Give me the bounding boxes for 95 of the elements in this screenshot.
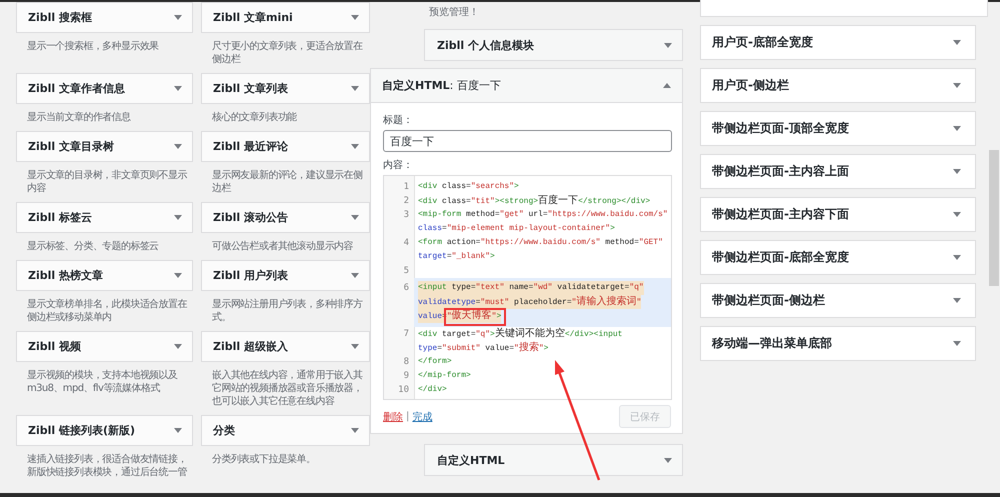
- code-line: type="submit" value="搜索">: [418, 341, 548, 355]
- line-number: 6: [402, 282, 410, 295]
- caret-down-icon[interactable]: [174, 344, 182, 349]
- widget-area-header[interactable]: 带侧边栏页面-主内容上面: [700, 154, 976, 189]
- caret-down-icon[interactable]: [953, 169, 961, 174]
- widget-header[interactable]: Zibll 文章mini: [201, 2, 370, 33]
- code-line: <mip-form method="get" url="https://www.baidu.com/s": [418, 209, 668, 221]
- field-label: 内容：: [383, 160, 413, 172]
- code-line: </mip-form>: [418, 370, 471, 382]
- link-separator: |: [406, 411, 410, 422]
- widget-header[interactable]: Zibll 热榜文章: [16, 260, 193, 291]
- caret-down-icon[interactable]: [351, 428, 359, 433]
- code-line: </div>: [418, 384, 447, 396]
- widget-area-header[interactable]: 用户页-侧边栏: [700, 68, 976, 103]
- widget-description: 嵌入其他在线内容，通常用于嵌入其它网站的视频播放器或音乐播放器，也可以嵌入其它任意在线内容: [211, 368, 364, 409]
- widget-description: 显示标签、分类、专题的标签云: [26, 240, 160, 254]
- widget-header[interactable]: Zibll 超级嵌入: [201, 331, 370, 362]
- line-number: 1: [402, 181, 410, 194]
- caret-down-icon[interactable]: [174, 273, 182, 278]
- widget-header[interactable]: Zibll 用户列表: [201, 260, 370, 291]
- widget-description: 显示网站注册用户列表，多种排序方式。: [211, 298, 364, 325]
- widget-description: 分类列表或下拉是菜单。: [211, 452, 316, 467]
- caret-down-icon[interactable]: [351, 273, 359, 278]
- caret-down-icon[interactable]: [174, 86, 182, 91]
- caret-down-icon[interactable]: [953, 126, 961, 131]
- caret-down-icon[interactable]: [174, 144, 182, 149]
- widget-note: 预览管理！: [428, 6, 480, 20]
- widget-description: 显示文章榜单排名，此模块适合放置在侧边栏或移动菜单内: [26, 298, 188, 325]
- caret-down-icon[interactable]: [351, 144, 359, 149]
- caret-down-icon[interactable]: [953, 341, 961, 346]
- caret-down-icon[interactable]: [351, 344, 359, 349]
- line-number: 3: [402, 209, 410, 222]
- widget-header[interactable]: Zibll 文章目录树: [16, 131, 193, 162]
- caret-up-icon[interactable]: [663, 83, 671, 88]
- line-number: 5: [402, 265, 410, 278]
- scrollbar-thumb[interactable]: [989, 150, 999, 286]
- widget-description: 可做公告栏或者其他滚动显示内容: [211, 240, 354, 254]
- widget-description: 显示视频的模块，支持本地视频以及m3u8、mpd、flv等流媒体格式: [26, 368, 178, 396]
- widget-area-header[interactable]: 带侧边栏页面-顶部全宽度: [700, 111, 976, 146]
- widget-description: 显示文章的目录树，非文章页则不显示内容: [26, 168, 188, 196]
- caret-down-icon[interactable]: [351, 86, 359, 91]
- caret-down-icon[interactable]: [664, 458, 672, 462]
- caret-down-icon[interactable]: [953, 255, 961, 260]
- caret-down-icon[interactable]: [953, 298, 961, 303]
- line-number: 7: [402, 328, 410, 341]
- highlight-frame: [444, 308, 506, 326]
- widget-description: 显示一个搜索框，多种显示效果: [26, 40, 160, 54]
- widget-header[interactable]: Zibll 文章作者信息: [16, 73, 193, 104]
- done-link[interactable]: 完成: [412, 410, 432, 424]
- widget-area-header[interactable]: 带侧边栏页面-底部全宽度: [700, 240, 976, 275]
- widget-header[interactable]: Zibll 文章列表: [201, 73, 370, 104]
- widget-description: 尺寸更小的文章列表，更适合放置在侧边栏: [211, 40, 364, 67]
- delete-link[interactable]: 删除: [383, 410, 403, 424]
- line-number: 10: [397, 384, 410, 397]
- caret-down-icon[interactable]: [174, 15, 182, 20]
- code-line: </form>: [418, 356, 452, 368]
- widget-header[interactable]: 分类: [201, 415, 370, 446]
- title-input-field[interactable]: 百度一下: [383, 130, 672, 152]
- code-line: target="_blank">: [418, 251, 495, 263]
- widget-header[interactable]: Zibll 视频: [16, 331, 193, 362]
- widget-description: 核心的文章列表功能: [211, 110, 298, 125]
- widget-header[interactable]: 自定义HTML: [424, 444, 683, 476]
- widget-area-header[interactable]: 用户页-底部全宽度: [700, 25, 976, 60]
- caret-down-icon[interactable]: [664, 42, 672, 48]
- line-number: 9: [402, 370, 410, 383]
- line-number: 8: [402, 356, 410, 369]
- widget-description: 显示当前文章的作者信息: [26, 110, 132, 125]
- widget-description: 速插入链接列表，很适合做友情链接，新版快链接列表模块，通过后台统一管: [26, 452, 188, 480]
- caret-down-icon[interactable]: [953, 212, 961, 217]
- caret-down-icon[interactable]: [953, 83, 961, 88]
- widget-description: 显示网友最新的评论，建议显示在侧边栏: [211, 168, 364, 196]
- widget-panel-header[interactable]: 自定义HTML: 百度一下: [371, 69, 682, 103]
- widget-header[interactable]: Zibll 最近评论: [201, 131, 370, 162]
- code-line: <div class="tit"><strong>百度一下</strong></div>: [418, 194, 650, 208]
- caret-down-icon[interactable]: [174, 428, 182, 433]
- widget-header[interactable]: Zibll 滚动公告: [201, 202, 370, 233]
- code-line: <div class="searchs">: [418, 181, 519, 193]
- widget-area-header[interactable]: 带侧边栏页面-主内容下面: [700, 197, 976, 232]
- code-editor[interactable]: [383, 175, 672, 400]
- widget-header[interactable]: Zibll 搜索框: [16, 2, 193, 33]
- caret-down-icon[interactable]: [953, 40, 961, 45]
- line-number: 2: [402, 195, 410, 208]
- widget-header[interactable]: Zibll 链接列表(新版): [16, 415, 193, 446]
- code-line: class="mip-element mip-layout-container">: [418, 223, 615, 235]
- widget-area-header[interactable]: 移动端—弹出菜单底部: [700, 326, 976, 361]
- field-label: 标题：: [383, 115, 413, 127]
- caret-down-icon[interactable]: [351, 15, 359, 20]
- caret-down-icon[interactable]: [174, 215, 182, 220]
- caret-down-icon[interactable]: [351, 215, 359, 220]
- widget-header[interactable]: Zibll 标签云: [16, 202, 193, 233]
- code-line: <div target="q">关键词不能为空</div><input: [418, 327, 622, 341]
- code-line: <form action="https://www.baidu.com/s" method="GET": [418, 237, 663, 249]
- widget-header[interactable]: Zibll 个人信息模块: [424, 29, 683, 61]
- widget-area-header[interactable]: 带侧边栏页面-侧边栏: [700, 283, 976, 318]
- line-number: 4: [402, 237, 410, 250]
